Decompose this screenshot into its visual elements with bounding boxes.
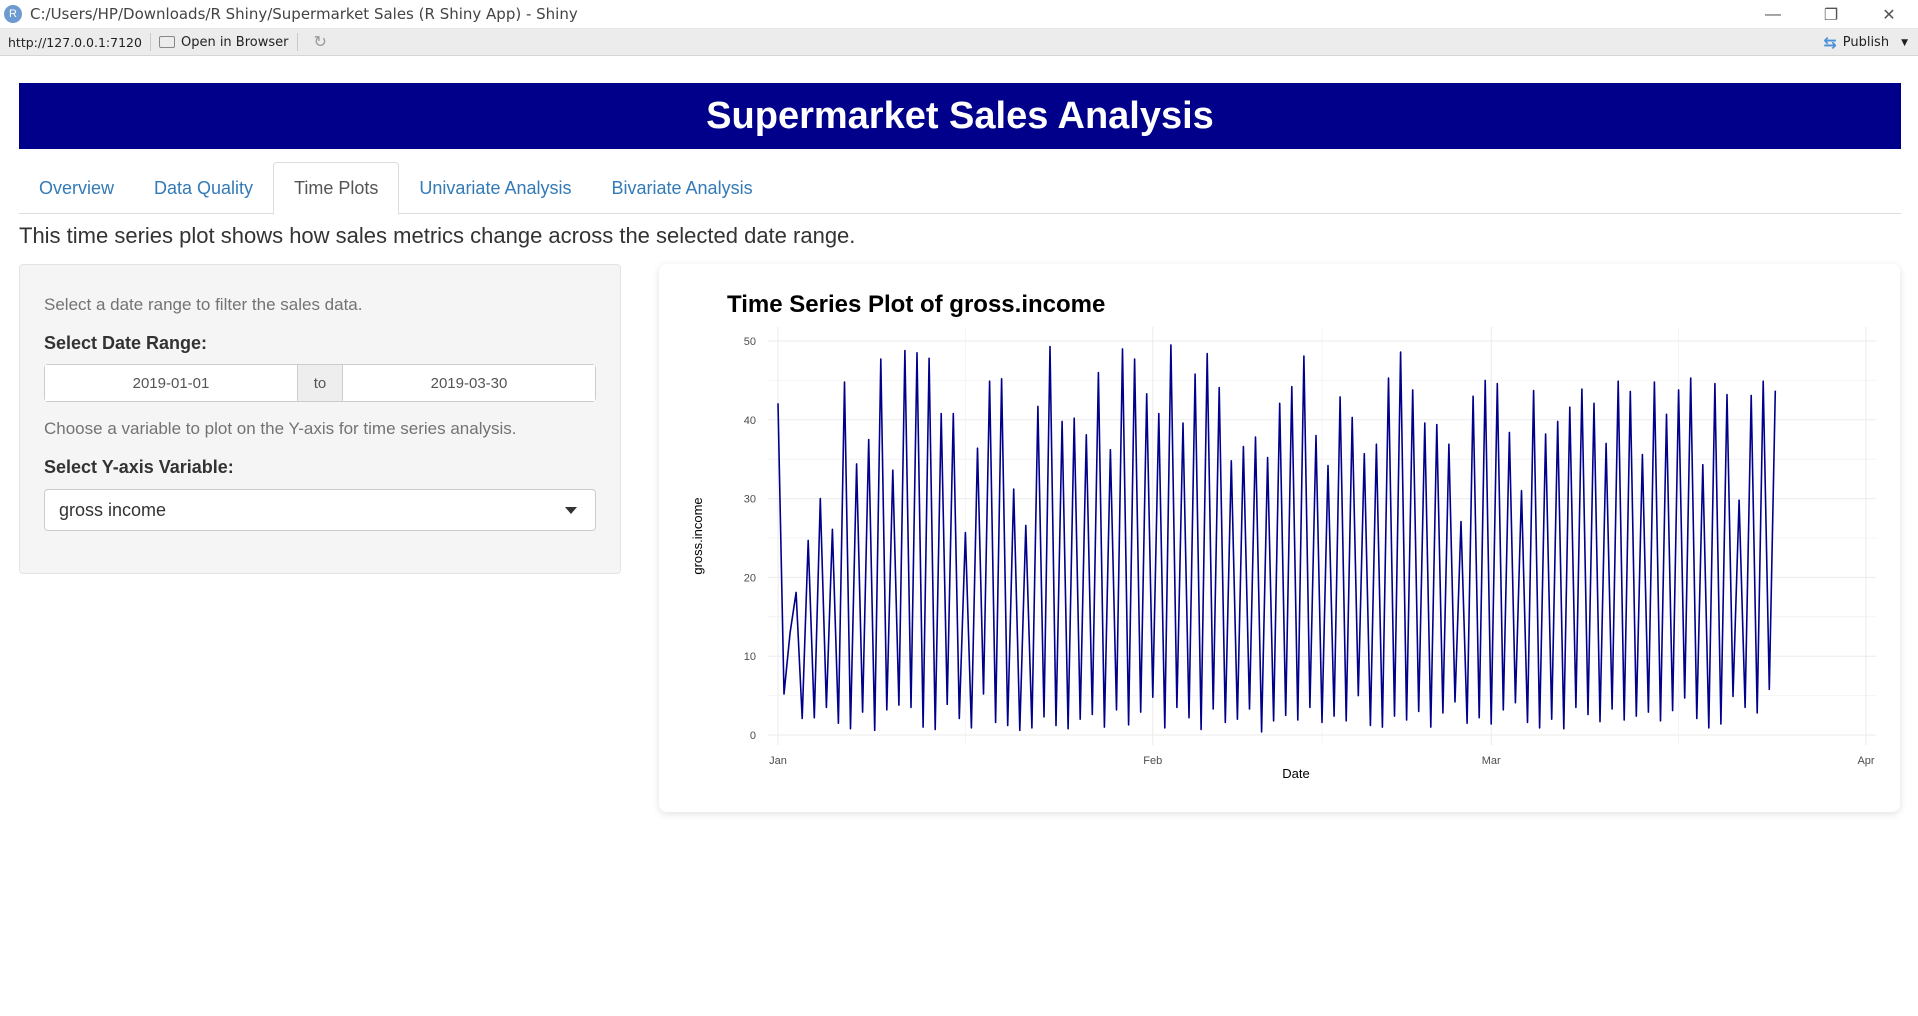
y-tick-label: 0	[750, 730, 756, 742]
minimize-icon[interactable]: —	[1744, 0, 1802, 29]
tab-univariate-analysis[interactable]: Univariate Analysis	[399, 162, 591, 214]
toolbar-divider	[149, 33, 151, 51]
dropdown-caret-icon	[565, 507, 577, 514]
y-tick-label: 40	[744, 415, 756, 427]
page-title: Supermarket Sales Analysis	[706, 94, 1214, 137]
window-title: C:/Users/HP/Downloads/R Shiny/Supermarke…	[30, 5, 578, 23]
x-tick-label: Jan	[769, 755, 787, 767]
variable-help-text: Choose a variable to plot on the Y-axis …	[44, 419, 517, 438]
date-range-input: to	[44, 364, 596, 402]
open-in-browser-button[interactable]: Open in Browser	[158, 34, 289, 50]
start-date-field[interactable]	[45, 365, 297, 401]
y-axis-label: gross.income	[690, 497, 705, 574]
tab-bar: Overview Data Quality Time Plots Univari…	[19, 162, 1901, 215]
y-tick-label: 20	[744, 572, 756, 584]
refresh-icon[interactable]: ↻	[314, 32, 327, 52]
tab-description: This time series plot shows how sales me…	[19, 223, 856, 248]
x-tick-label: Apr	[1857, 755, 1874, 767]
y-variable-selected: gross income	[59, 499, 167, 520]
y-variable-label: Select Y-axis Variable:	[44, 457, 234, 477]
r-app-icon: R	[4, 5, 22, 23]
x-tick-label: Mar	[1482, 755, 1501, 767]
window-controls: — ❐ ✕	[1744, 0, 1918, 29]
toolbar-divider	[296, 33, 298, 51]
browser-window-icon	[158, 36, 175, 48]
tab-overview[interactable]: Overview	[19, 162, 134, 214]
date-help-text: Select a date range to filter the sales …	[44, 295, 363, 314]
window-titlebar: R C:/Users/HP/Downloads/R Shiny/Supermar…	[0, 0, 1918, 29]
tab-data-quality[interactable]: Data Quality	[134, 162, 273, 214]
x-tick-label: Feb	[1143, 755, 1162, 767]
close-icon[interactable]: ✕	[1860, 0, 1918, 29]
time-series-chart: Time Series Plot of gross.income 0 10 20 30…	[690, 291, 1876, 781]
url-text: http://127.0.0.1:7120	[8, 34, 142, 50]
sidebar-panel: Select a date range to filter the sales …	[19, 264, 621, 574]
open-in-browser-label: Open in Browser	[180, 34, 289, 50]
x-axis-label: Date	[1282, 766, 1309, 781]
y-tick-label: 30	[744, 494, 756, 506]
date-range-separator: to	[297, 365, 343, 401]
end-date-field[interactable]	[343, 365, 595, 401]
chart-title: Time Series Plot of gross.income	[727, 291, 1105, 318]
y-variable-select[interactable]: gross income	[44, 489, 596, 531]
app-header: Supermarket Sales Analysis	[19, 83, 1901, 149]
y-tick-label: 10	[744, 651, 756, 663]
publish-button[interactable]: ⇆ Publish ▼	[1823, 29, 1908, 56]
chevron-down-icon: ▼	[1901, 37, 1908, 48]
publish-icon: ⇆	[1823, 33, 1837, 52]
chart-panel: Time Series Plot of gross.income 0 10 20 30…	[659, 264, 1900, 812]
date-range-label: Select Date Range:	[44, 333, 208, 353]
restore-icon[interactable]: ❐	[1802, 0, 1860, 29]
tab-bivariate-analysis[interactable]: Bivariate Analysis	[592, 162, 773, 214]
viewer-toolbar: http://127.0.0.1:7120 Open in Browser ↻ …	[0, 29, 1918, 56]
publish-label: Publish	[1842, 35, 1890, 50]
tab-time-plots[interactable]: Time Plots	[273, 162, 400, 215]
y-tick-label: 50	[744, 336, 756, 348]
